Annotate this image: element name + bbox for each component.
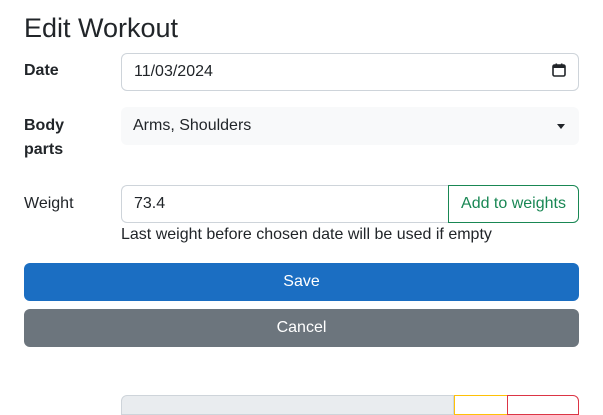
date-value: 11/03/2024 [134,63,213,80]
page-title: Edit Workout [24,13,179,43]
weight-help-text: Last weight before chosen date will be u… [121,226,492,243]
body-parts-label-line2: parts [24,141,64,158]
body-parts-select[interactable]: Arms, Shoulders [121,107,579,145]
add-to-weights-button[interactable]: Add to weights [448,185,579,223]
weight-input[interactable]: 73.4 [121,185,449,223]
date-label: Date [24,62,59,79]
date-input[interactable]: 11/03/2024 [121,53,579,91]
body-parts-value: Arms, Shoulders [133,117,252,134]
bottom-warning-button-partial[interactable] [454,395,508,415]
calendar-icon[interactable] [552,63,566,82]
chevron-down-icon [557,123,565,129]
cancel-button[interactable]: Cancel [24,309,579,347]
bottom-input-partial[interactable] [121,395,454,415]
save-button[interactable]: Save [24,263,579,301]
body-parts-label-line1: Body [24,117,64,134]
weight-value: 73.4 [134,195,166,212]
weight-label: Weight [24,195,74,212]
body-parts-label: Body parts [24,114,64,162]
bottom-danger-button-partial[interactable] [507,395,579,415]
